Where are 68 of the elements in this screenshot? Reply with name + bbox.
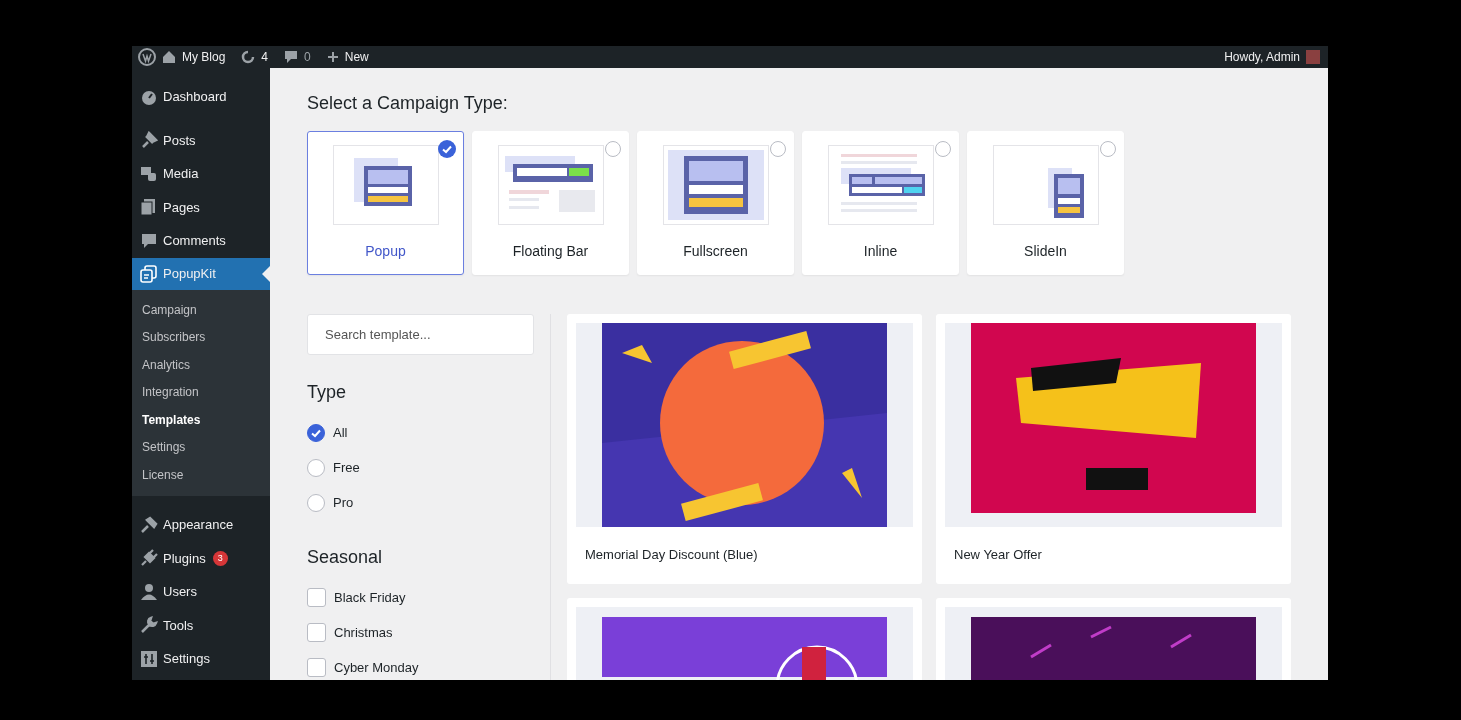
comments-count[interactable]: 0 [304, 50, 311, 64]
section-heading: Select a Campaign Type: [307, 93, 509, 114]
radio-button[interactable] [307, 423, 325, 442]
sidebar-item[interactable]: Dashboard [132, 80, 270, 114]
filter-heading: Seasonal [307, 547, 384, 568]
greeting-link[interactable]: Howdy, Admin [1224, 50, 1300, 64]
pushpin-icon [140, 131, 158, 150]
submenu-item[interactable]: Subscribers [132, 324, 270, 352]
campaign-type-card[interactable]: Popup [307, 131, 464, 275]
wrench-icon [140, 616, 158, 635]
template-title: Memorial Day Discount (Blue) [584, 546, 759, 564]
plug-icon [140, 549, 158, 568]
option-label: Christmas [334, 625, 393, 640]
sidebar-item[interactable]: Media [132, 157, 270, 191]
submenu-item[interactable]: Analytics [132, 351, 270, 379]
sidebar-item[interactable]: PopupKit [132, 257, 270, 290]
avatar-placeholder [1306, 50, 1320, 64]
sidebar-item[interactable]: Comments [132, 224, 270, 258]
check-icon [438, 140, 456, 158]
sidebar-item[interactable]: Tools [132, 608, 270, 642]
sidebar-item[interactable]: Pages [132, 190, 270, 224]
option-label: Pro [333, 495, 354, 510]
submenu-item[interactable]: Settings [132, 434, 270, 462]
refresh-icon [241, 50, 256, 64]
template-card[interactable] [567, 598, 922, 680]
sidebar-item[interactable]: Posts [132, 123, 270, 157]
template-card[interactable] [936, 598, 1291, 680]
radio-button[interactable] [307, 493, 325, 512]
template-card[interactable]: New Year Offer [936, 314, 1291, 584]
search-field[interactable]: Search template... [307, 314, 534, 355]
wordpress-logo-icon [138, 48, 156, 66]
campaign-type-card[interactable]: Floating Bar [472, 131, 629, 275]
home-icon [162, 50, 176, 64]
submenu-item[interactable]: License [132, 461, 270, 489]
sidebar-item[interactable]: Plugins 3 [132, 541, 270, 575]
submenu-item[interactable]: Templates [132, 406, 270, 434]
campaign-type-card[interactable]: Fullscreen [637, 131, 794, 275]
filter-heading: Type [307, 382, 348, 403]
option-label: Black Friday [334, 590, 406, 605]
submenu-item[interactable]: Campaign [132, 296, 270, 324]
updates-count[interactable]: 4 [261, 50, 269, 64]
option-label: Free [333, 460, 360, 475]
checkbox[interactable] [307, 623, 326, 642]
radio-button[interactable] [307, 458, 325, 477]
option-label: Cyber Monday [334, 660, 419, 675]
comment-icon [284, 50, 299, 64]
comment-icon [140, 231, 158, 250]
campaign-type-card[interactable]: Inline [802, 131, 959, 275]
sidebar-item[interactable]: Users [132, 575, 270, 609]
template-card[interactable]: Memorial Day Discount (Blue) [567, 314, 922, 584]
campaign-type-card[interactable]: SlideIn [967, 131, 1124, 275]
sidebar-item[interactable]: Appearance [132, 508, 270, 542]
paintbrush-icon [140, 515, 158, 534]
submenu-item[interactable]: Integration [132, 379, 270, 407]
pages-icon [140, 198, 158, 217]
media-icon [140, 164, 158, 183]
site-name-link[interactable]: My Blog [182, 50, 226, 64]
checkbox[interactable] [307, 588, 326, 607]
checkbox[interactable] [307, 658, 326, 677]
plus-icon [326, 51, 339, 63]
sliders-icon [140, 649, 158, 668]
new-link[interactable]: New [344, 50, 369, 64]
sidebar-item[interactable]: Settings [132, 642, 270, 676]
template-title: New Year Offer [953, 546, 1043, 564]
count-badge: 3 [212, 550, 228, 566]
popup-icon [140, 264, 158, 283]
option-label: All [333, 425, 348, 440]
user-icon [140, 582, 158, 601]
